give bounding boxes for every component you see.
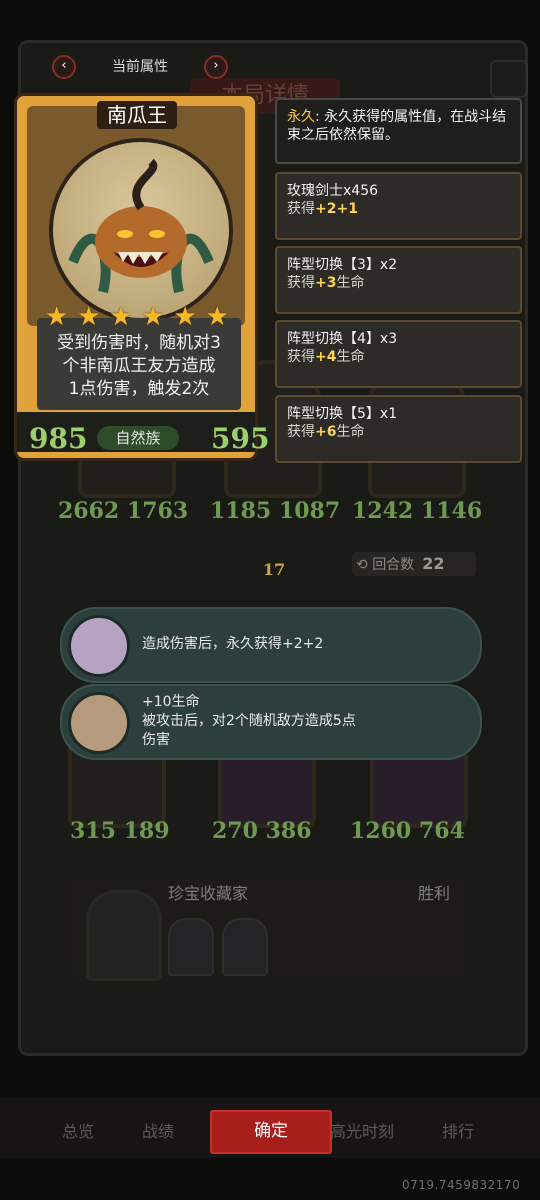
buff-source-panel: 阵型切换【3】x2 获得+3生命 <box>275 246 522 314</box>
gain-suffix: 生命 <box>336 349 365 365</box>
buff-source-panel: 玫瑰剑士x456 获得+2+1 <box>275 172 522 240</box>
pumpkin-king-portrait <box>49 138 233 322</box>
level-badge: 17 <box>254 548 294 584</box>
description-line: 个非南瓜王友方造成 <box>62 356 216 376</box>
round-value: 22 <box>422 554 445 573</box>
description-line: 受到伤害时，随机对3 <box>57 333 221 353</box>
ability-line: 伤害 <box>142 732 170 748</box>
user-id: 0719.7459832170 <box>402 1178 521 1192</box>
unit-detail-card: 南瓜王 受到伤害时，随机对3 个非南瓜王友方造成 1点伤害，触发2次 ★ ★ ★… <box>14 93 269 461</box>
attack-value: 985 <box>29 422 88 455</box>
star-icon: ★ <box>205 302 229 332</box>
gain-prefix: 获得 <box>287 275 315 291</box>
gain-prefix: 获得 <box>287 349 315 365</box>
gain-prefix: 获得 <box>287 201 315 217</box>
refresh-icon: ⟲ <box>356 557 368 573</box>
tab-record[interactable]: 战绩 <box>142 1118 174 1142</box>
opponent-name: 珍宝收藏家 <box>168 884 249 903</box>
ability-icon <box>68 615 130 677</box>
close-corner-button[interactable] <box>490 60 528 98</box>
level-value: 17 <box>262 560 286 579</box>
buff-source-title: 阵型切换【4】x3 <box>287 331 398 347</box>
gain-value: +3 <box>315 275 337 291</box>
ability-line: 被攻击后，对2个随机敌方造成5点 <box>142 713 356 729</box>
opponent-unit-mini <box>168 918 214 976</box>
unit-stats: 1185 1087 <box>210 498 341 524</box>
unit-name: 南瓜王 <box>97 101 177 129</box>
gain-suffix: 生命 <box>336 424 365 440</box>
ability-bubble: 造成伤害后，永久获得+2+2 <box>60 607 482 683</box>
buff-source-panel: 阵型切换【5】x1 获得+6生命 <box>275 395 522 463</box>
unit-stats: 1242 1146 <box>352 498 483 524</box>
star-icon: ★ <box>45 302 69 332</box>
buff-source-panel: 阵型切换【4】x3 获得+4生命 <box>275 320 522 388</box>
round-counter: ⟲ 回合数 22 <box>352 552 476 576</box>
gain-value: +2+1 <box>315 201 358 217</box>
tab-highlights[interactable]: 高光时刻 <box>330 1118 394 1142</box>
buff-gain: 获得+4生命 <box>287 348 510 366</box>
star-icon: ★ <box>109 302 133 332</box>
opponent-avatar <box>86 890 162 981</box>
chevron-right-icon: › <box>213 58 219 73</box>
gain-value: +6 <box>315 424 337 440</box>
unit-stats: 1260 764 <box>350 818 465 844</box>
buff-source-title: 阵型切换【5】x1 <box>287 406 398 422</box>
ability-icon <box>68 692 130 754</box>
star-rating: ★ ★ ★ ★ ★ ★ <box>45 304 229 330</box>
health-value: 595 <box>211 422 270 455</box>
gain-suffix: 生命 <box>336 275 365 291</box>
gain-value: +4 <box>315 349 337 365</box>
buff-gain: 获得+6生命 <box>287 423 510 441</box>
star-icon: ★ <box>173 302 197 332</box>
buff-source-title: 阵型切换【3】x2 <box>287 257 398 273</box>
confirm-button[interactable]: 确定 <box>210 1110 332 1154</box>
buff-gain: 获得+2+1 <box>287 200 510 218</box>
prev-unit-button[interactable]: ‹ <box>52 55 76 79</box>
unit-stats: 315 189 <box>70 818 170 844</box>
next-unit-button[interactable]: › <box>204 55 228 79</box>
buff-source-title: 玫瑰剑士x456 <box>287 183 379 199</box>
match-result: 胜利 <box>418 884 451 903</box>
buff-gain: 获得+3生命 <box>287 274 510 292</box>
ability-bubble: +10生命 被攻击后，对2个随机敌方造成5点 伤害 <box>60 684 482 760</box>
ability-line: +10生命 <box>142 694 200 710</box>
keyword-tooltip: 永久: 永久获得的属性值，在战斗结束之后依然保留。 <box>275 98 522 164</box>
star-icon: ★ <box>141 302 165 332</box>
unit-stats: 270 386 <box>212 818 312 844</box>
keyword-text: : 永久获得的属性值，在战斗结束之后依然保留。 <box>287 109 507 143</box>
gain-prefix: 获得 <box>287 424 315 440</box>
ability-text: +10生命 被攻击后，对2个随机敌方造成5点 伤害 <box>142 693 356 750</box>
chevron-left-icon: ‹ <box>61 58 67 73</box>
current-attributes-label: 当前属性 <box>112 59 168 75</box>
ability-line: 造成伤害后，永久获得+2+2 <box>142 636 324 652</box>
tab-overview[interactable]: 总览 <box>62 1118 94 1142</box>
round-label: 回合数 <box>372 557 415 573</box>
star-icon: ★ <box>77 302 101 332</box>
unit-stats: 2662 1763 <box>58 498 189 524</box>
tab-ranking[interactable]: 排行 <box>442 1118 474 1142</box>
tribe-badge: 自然族 <box>97 426 179 450</box>
keyword-label: 永久 <box>287 109 315 125</box>
ability-text: 造成伤害后，永久获得+2+2 <box>142 635 323 654</box>
description-line: 1点伤害，触发2次 <box>68 379 210 399</box>
opponent-unit-mini <box>222 918 268 976</box>
